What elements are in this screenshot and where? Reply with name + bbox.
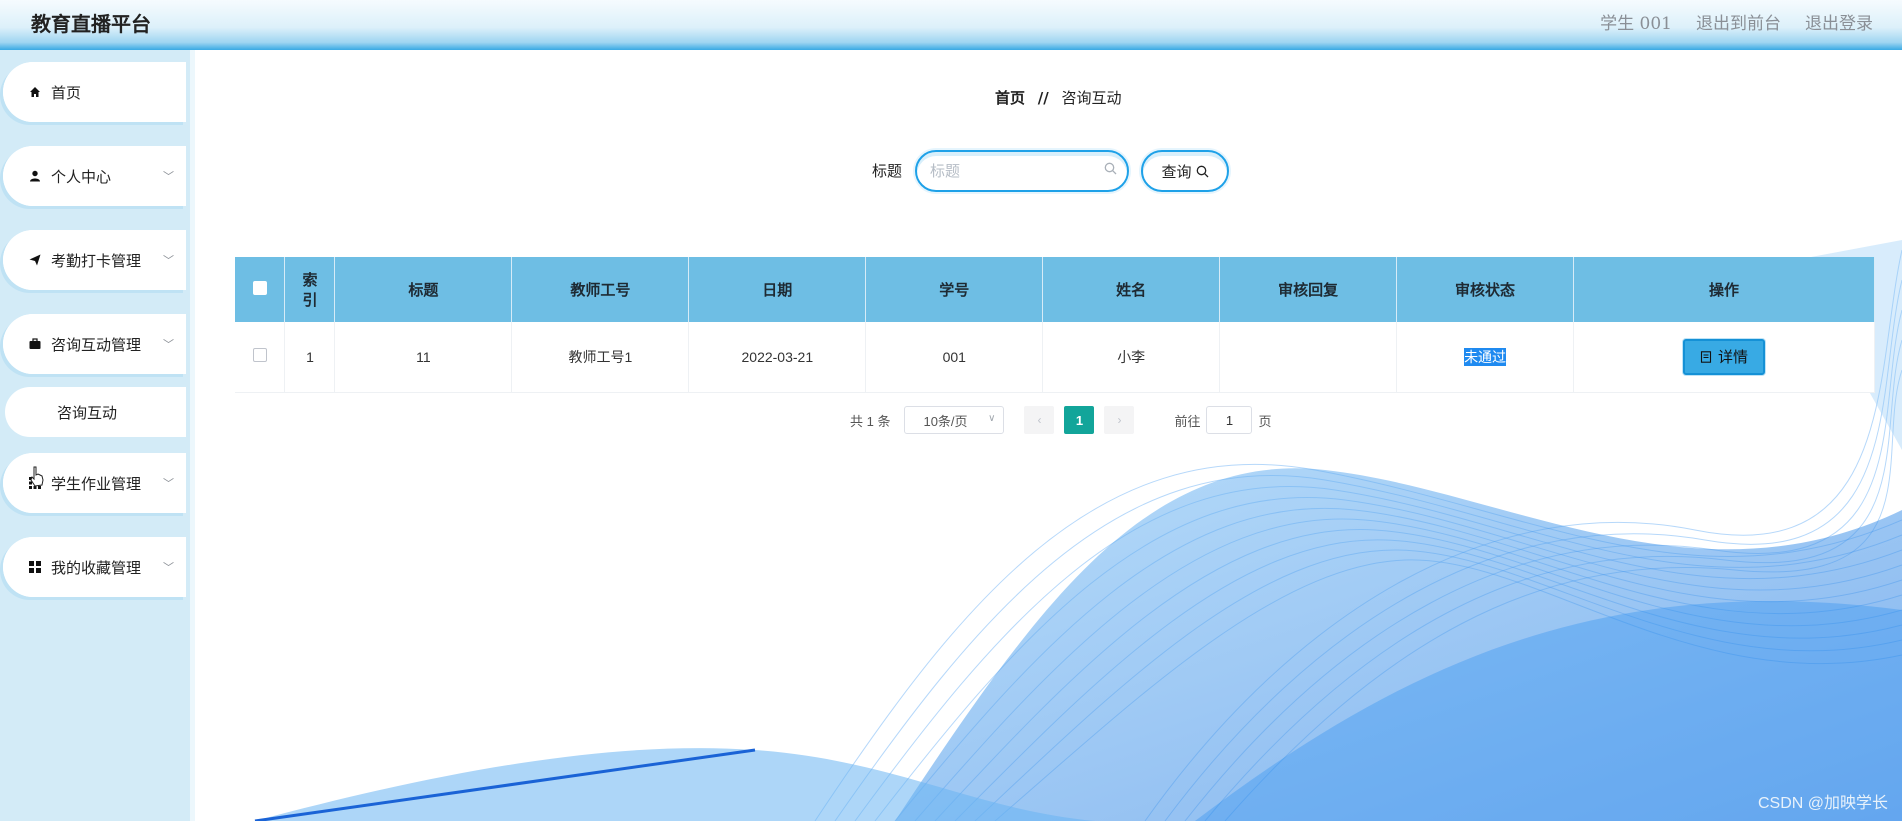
sidebar-subitem-consult[interactable]: 咨询互动 <box>5 387 186 437</box>
chevron-down-icon: ﹀ <box>163 338 174 351</box>
top-header: 教育直播平台 学生 001 退出到前台 退出登录 <box>0 0 1902 50</box>
sidebar-item-label: 咨询互动 <box>57 403 118 422</box>
select-all-cell <box>235 257 286 322</box>
chevron-down-icon: ﹀ <box>163 254 174 267</box>
sidebar-item-label: 学生作业管理 <box>51 474 142 493</box>
chevron-left-icon: ‹ <box>1037 413 1042 427</box>
consult-table: 索引 标题 教师工号 日期 学号 姓名 审核回复 审核状态 操作 1 11 教师… <box>235 257 1875 393</box>
query-button[interactable]: 查询 <box>1141 150 1229 192</box>
app-title: 教育直播平台 <box>31 12 151 36</box>
logout-link[interactable]: 退出登录 <box>1805 9 1873 34</box>
sidebar-item-label: 首页 <box>51 83 82 102</box>
sidebar-item-home[interactable]: 首页 <box>3 62 186 122</box>
cell-name: 小李 <box>1042 322 1221 393</box>
row-checkbox[interactable] <box>252 348 267 363</box>
page-number-button[interactable]: 1 <box>1064 406 1095 434</box>
query-button-label: 查询 <box>1161 162 1192 181</box>
main-content: 首页 // 咨询互动 标题 查询 索引 标题 教师工号 日期 学号 姓名 审核回… <box>195 50 1902 821</box>
title-search-input[interactable] <box>930 160 1100 182</box>
chevron-right-icon: › <box>1117 413 1122 427</box>
header-actions: 学生 001 退出到前台 退出登录 <box>1600 9 1873 34</box>
sidebar-item-attendance[interactable]: 考勤打卡管理 ﹀ <box>3 230 186 290</box>
status-text: 未通过 <box>1464 347 1507 366</box>
document-icon <box>1700 351 1712 363</box>
chevron-down-icon: ﹀ <box>163 561 174 574</box>
goto-page-input[interactable]: 1 <box>1206 406 1253 434</box>
col-reply: 审核回复 <box>1219 257 1398 322</box>
breadcrumb: 首页 // 咨询互动 <box>995 87 1122 108</box>
cell-title: 11 <box>334 322 513 393</box>
search-icon <box>1196 165 1208 177</box>
goto-label: 前往 <box>1174 413 1201 429</box>
page-size-select[interactable]: 10条/页 ∨ <box>904 406 1005 434</box>
cell-index: 1 <box>284 322 336 393</box>
cell-action: 详情 <box>1573 322 1875 393</box>
watermark: CSDN @加映学长 <box>1757 795 1888 812</box>
col-action: 操作 <box>1573 257 1875 322</box>
cell-status: 未通过 <box>1396 322 1575 393</box>
goto-suffix: 页 <box>1258 413 1272 429</box>
sidebar-item-favorites[interactable]: 我的收藏管理 ﹀ <box>3 537 186 597</box>
briefcase-icon <box>27 336 43 352</box>
sidebar-item-label: 咨询互动管理 <box>51 335 142 354</box>
prev-page-button[interactable]: ‹ <box>1024 406 1055 434</box>
cell-student-id: 001 <box>865 322 1044 393</box>
breadcrumb-current: 咨询互动 <box>1061 89 1122 107</box>
col-student-id: 学号 <box>865 257 1044 322</box>
row-select-cell <box>235 322 286 393</box>
home-icon <box>27 84 43 100</box>
detail-button[interactable]: 详情 <box>1683 338 1766 375</box>
table-row: 1 11 教师工号1 2022-03-21 001 小李 未通过 详情 <box>235 322 1875 393</box>
cell-reply <box>1219 322 1398 393</box>
col-title: 标题 <box>334 257 513 322</box>
back-to-front-link[interactable]: 退出到前台 <box>1696 9 1781 34</box>
search-field-wrapper <box>915 150 1129 192</box>
detail-button-label: 详情 <box>1718 349 1749 367</box>
col-teacher-id: 教师工号 <box>511 257 690 322</box>
send-icon <box>27 252 43 268</box>
user-icon <box>27 168 43 184</box>
select-all-checkbox[interactable] <box>252 280 267 295</box>
sidebar-item-consult-management[interactable]: 咨询互动管理 ﹀ <box>3 314 186 374</box>
page-size-value: 10条/页 <box>923 413 968 429</box>
mouse-cursor-icon <box>30 466 44 487</box>
current-user: 学生 001 <box>1600 14 1672 34</box>
chevron-down-icon: ﹀ <box>163 170 174 183</box>
pagination: 共 1 条 10条/页 ∨ ‹ 1 › 前往 1 页 <box>850 406 1272 434</box>
chevron-down-icon: ∨ <box>988 413 996 424</box>
sidebar: 首页 个人中心 ﹀ 考勤打卡管理 ﹀ 咨询互动管理 ﹀ 咨询互动 学生作业管理 … <box>0 50 195 821</box>
search-icon <box>1104 162 1117 179</box>
search-label: 标题 <box>872 162 903 180</box>
sidebar-item-label: 考勤打卡管理 <box>51 251 142 270</box>
sidebar-item-label: 我的收藏管理 <box>51 558 142 577</box>
table-header-row: 索引 标题 教师工号 日期 学号 姓名 审核回复 审核状态 操作 <box>235 257 1875 322</box>
apps-icon <box>27 559 43 575</box>
col-index: 索引 <box>284 257 336 322</box>
sidebar-item-label: 个人中心 <box>51 167 112 186</box>
cell-teacher-id: 教师工号1 <box>511 322 690 393</box>
col-date: 日期 <box>688 257 867 322</box>
chevron-down-icon: ﹀ <box>163 477 174 490</box>
breadcrumb-home[interactable]: 首页 <box>995 89 1025 107</box>
next-page-button[interactable]: › <box>1104 406 1135 434</box>
breadcrumb-separator: // <box>1037 89 1049 107</box>
cell-date: 2022-03-21 <box>688 322 867 393</box>
col-status: 审核状态 <box>1396 257 1575 322</box>
col-name: 姓名 <box>1042 257 1221 322</box>
sidebar-item-personal-center[interactable]: 个人中心 ﹀ <box>3 146 186 206</box>
pagination-total: 共 1 条 <box>850 413 891 429</box>
